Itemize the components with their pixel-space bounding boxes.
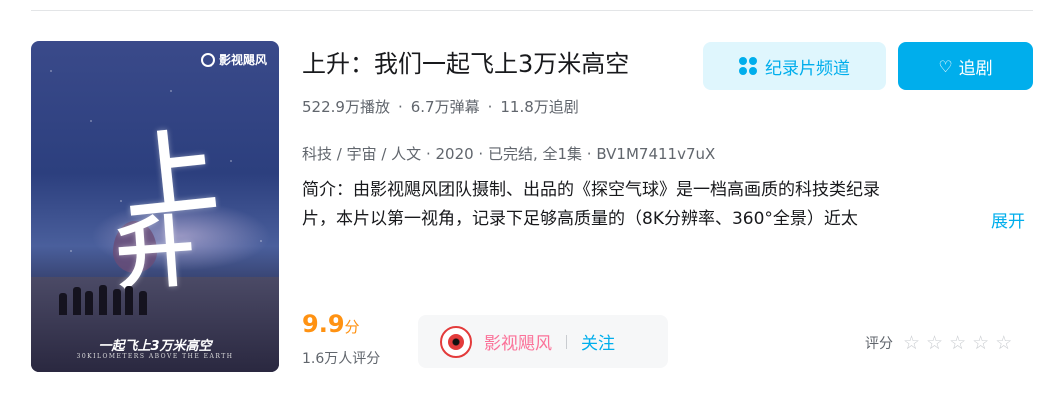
follow-count: 11.8万追剧: [500, 98, 579, 116]
stats-separator: ·: [397, 98, 403, 116]
rating-count: 1.6万人评分: [302, 351, 381, 367]
uploader-avatar[interactable]: [440, 325, 472, 358]
description-line-1: 简介：由影视飓风团队摄制、出品的《探空气球》是一档高画质的科技类纪录: [302, 180, 880, 200]
page-title[interactable]: 上升：我们一起飞上3万米高空: [302, 44, 629, 79]
score-unit: 分: [344, 318, 360, 336]
follow-button-label: 追剧: [958, 58, 993, 79]
follow-series-button[interactable]: ♡ 追剧: [898, 42, 1033, 90]
poster-logo: 影视飓风: [200, 51, 267, 68]
stats-line: 522.9万播放 · 6.7万弹幕 · 11.8万追剧: [302, 96, 579, 117]
star-icon[interactable]: ☆: [949, 333, 966, 353]
heart-plus-icon: ♡: [938, 56, 953, 76]
expand-link[interactable]: 展开: [991, 207, 1025, 232]
channel-grid-icon: [739, 57, 757, 75]
rating-label: 评分: [865, 336, 893, 352]
uploader-divider: [566, 334, 567, 349]
poster-image[interactable]: 影视飓风 上 升 一起飞上3万米高空 30KILOMETERS ABOVE TH…: [31, 41, 279, 372]
star-icon[interactable]: ☆: [903, 333, 920, 353]
meta-line: 科技 / 宇宙 / 人文 · 2020 · 已完结, 全1集 · BV1M741…: [302, 145, 716, 163]
danmaku-count: 6.7万弹幕: [410, 98, 480, 116]
uploader-name[interactable]: 影视飓风: [484, 329, 552, 354]
uploader-follow-button[interactable]: 关注: [581, 329, 615, 354]
star-icon[interactable]: ☆: [995, 333, 1012, 353]
play-count: 522.9万播放: [302, 98, 390, 116]
poster-tagline-en: 30KILOMETERS ABOVE THE EARTH: [76, 353, 234, 360]
poster-logo-text: 影视飓风: [218, 53, 267, 67]
stats-separator: ·: [487, 98, 493, 116]
top-divider: [31, 10, 1033, 11]
rating-widget: 评分 ☆ ☆ ☆ ☆ ☆: [865, 333, 1012, 353]
poster-tagline: 一起飞上3万米高空: [98, 339, 212, 354]
poster-logo-icon: [200, 52, 215, 67]
poster-people-silhouette: [59, 279, 159, 315]
description-line-2: 片，本片以第一视角，记录下足够高质量的（8K分辨率、360°全景）近太: [302, 209, 858, 229]
score: 9.9分: [302, 310, 360, 338]
channel-button-label: 纪录片频道: [765, 58, 850, 79]
uploader-card[interactable]: 影视飓风 关注: [418, 315, 668, 368]
star-icon[interactable]: ☆: [926, 333, 943, 353]
documentary-channel-button[interactable]: 纪录片频道: [703, 42, 886, 90]
score-value: 9.9: [302, 310, 345, 338]
star-icon[interactable]: ☆: [972, 333, 989, 353]
description: 简介：由影视飓风团队摄制、出品的《探空气球》是一档高画质的科技类纪录 片，本片以…: [302, 176, 1022, 234]
